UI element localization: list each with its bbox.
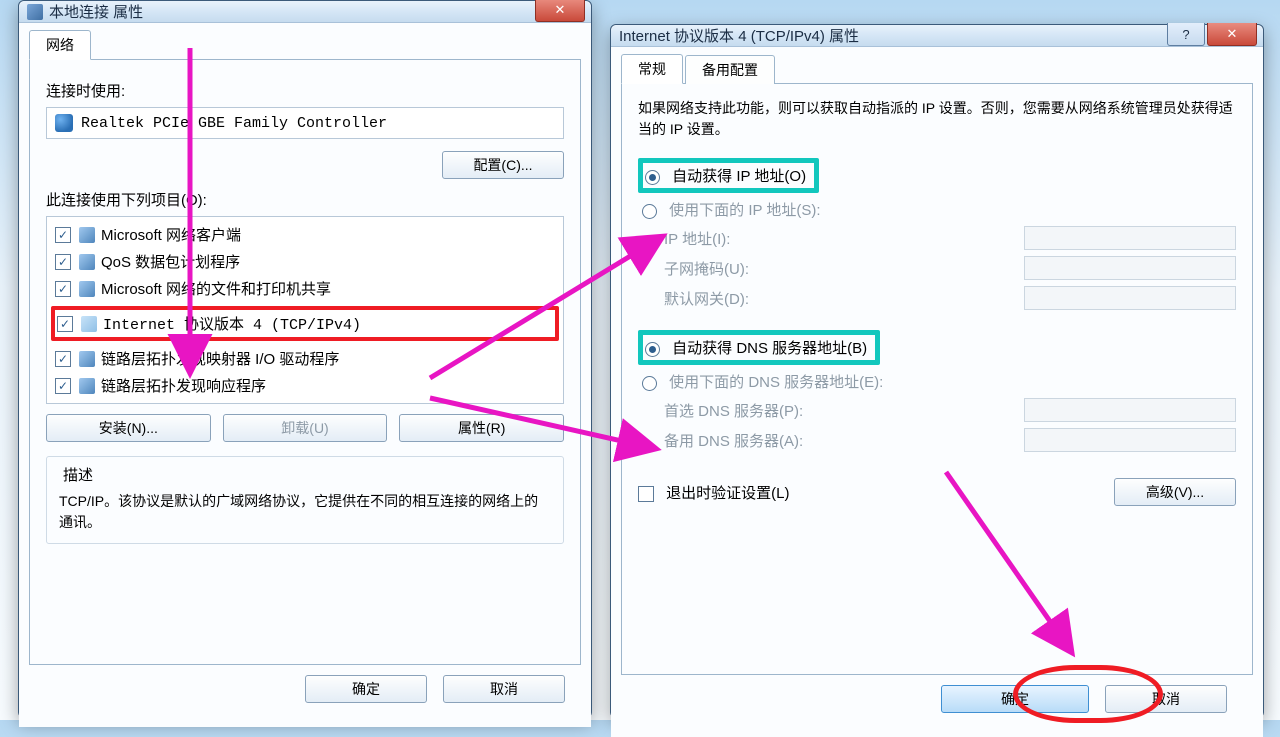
close-button[interactable]: ✕	[1207, 23, 1257, 46]
checkbox[interactable]	[55, 378, 71, 394]
share-icon	[79, 281, 95, 297]
checkbox[interactable]	[55, 281, 71, 297]
description-label: 描述	[59, 464, 97, 485]
tab-alternate[interactable]: 备用配置	[685, 55, 775, 84]
lltd-icon	[79, 378, 95, 394]
cancel-button[interactable]: 取消	[443, 675, 565, 703]
uses-items-label: 此连接使用下列项目(O):	[46, 189, 564, 210]
pref-dns-field	[1024, 398, 1236, 422]
list-item: 链路层拓扑发现响应程序	[53, 372, 557, 399]
description-text: TCP/IP。该协议是默认的广域网络协议，它提供在不同的相互连接的网络上的通讯。	[59, 491, 551, 533]
lltd-icon	[79, 351, 95, 367]
ip-address-label: IP 地址(I):	[664, 228, 1024, 249]
tabstrip: 网络	[29, 31, 581, 60]
adapter-icon	[55, 114, 73, 132]
auto-ip-label: 自动获得 IP 地址(O)	[672, 168, 806, 185]
client-icon	[79, 227, 95, 243]
close-button[interactable]: ✕	[535, 0, 585, 22]
qos-icon	[79, 254, 95, 270]
list-item: Microsoft 网络客户端	[53, 221, 557, 248]
checkbox[interactable]	[55, 254, 71, 270]
connect-using-label: 连接时使用:	[46, 80, 564, 101]
validate-label: 退出时验证设置(L)	[666, 485, 789, 502]
gateway-label: 默认网关(D):	[664, 288, 1024, 309]
configure-button[interactable]: 配置(C)...	[442, 151, 564, 179]
cancel-button[interactable]: 取消	[1105, 685, 1227, 713]
subnet-field	[1024, 256, 1236, 280]
radio-auto-ip[interactable]	[645, 170, 660, 185]
auto-ip-highlight: 自动获得 IP 地址(O)	[638, 158, 819, 193]
alt-dns-label: 备用 DNS 服务器(A):	[664, 430, 1024, 451]
ok-button[interactable]: 确定	[305, 675, 427, 703]
subnet-label: 子网掩码(U):	[664, 258, 1024, 279]
items-listbox[interactable]: Microsoft 网络客户端 QoS 数据包计划程序 Microsoft 网络…	[46, 216, 564, 404]
alt-dns-field	[1024, 428, 1236, 452]
protocol-icon	[81, 316, 97, 332]
auto-dns-label: 自动获得 DNS 服务器地址(B)	[672, 340, 867, 357]
tab-general[interactable]: 常规	[621, 54, 683, 84]
pref-dns-label: 首选 DNS 服务器(P):	[664, 400, 1024, 421]
auto-dns-highlight: 自动获得 DNS 服务器地址(B)	[638, 330, 880, 365]
validate-checkbox[interactable]	[638, 486, 654, 502]
gateway-field	[1024, 286, 1236, 310]
checkbox[interactable]	[55, 351, 71, 367]
uninstall-button: 卸载(U)	[223, 414, 388, 442]
radio-manual-ip[interactable]	[642, 204, 657, 219]
ok-button[interactable]: 确定	[941, 685, 1089, 713]
titlebar[interactable]: 本地连接 属性	[19, 1, 591, 23]
list-item: QoS 数据包计划程序	[53, 248, 557, 275]
local-connection-properties-window: 本地连接 属性 ✕ 网络 连接时使用: Realtek PCIe GBE Fam…	[18, 0, 592, 718]
list-item: 链路层拓扑发现映射器 I/O 驱动程序	[53, 345, 557, 372]
intro-text: 如果网络支持此功能，则可以获取自动指派的 IP 设置。否则，您需要从网络系统管理…	[638, 98, 1236, 140]
window-title: Internet 协议版本 4 (TCP/IPv4) 属性	[619, 25, 859, 46]
install-button[interactable]: 安装(N)...	[46, 414, 211, 442]
checkbox[interactable]	[57, 316, 73, 332]
window-title: 本地连接 属性	[49, 1, 143, 22]
tabstrip: 常规 备用配置	[621, 55, 1253, 84]
manual-ip-label: 使用下面的 IP 地址(S):	[669, 202, 820, 219]
help-button[interactable]: ?	[1167, 23, 1205, 46]
list-item-ipv4: Internet 协议版本 4 (TCP/IPv4)	[51, 306, 559, 341]
adapter-box: Realtek PCIe GBE Family Controller	[46, 107, 564, 139]
adapter-name: Realtek PCIe GBE Family Controller	[81, 115, 387, 132]
checkbox[interactable]	[55, 227, 71, 243]
radio-auto-dns[interactable]	[645, 342, 660, 357]
manual-dns-label: 使用下面的 DNS 服务器地址(E):	[669, 374, 883, 391]
list-item: Microsoft 网络的文件和打印机共享	[53, 275, 557, 302]
tab-network[interactable]: 网络	[29, 30, 91, 60]
ip-address-field	[1024, 226, 1236, 250]
properties-button[interactable]: 属性(R)	[399, 414, 564, 442]
network-icon	[27, 4, 43, 20]
advanced-button[interactable]: 高级(V)...	[1114, 478, 1236, 506]
radio-manual-dns[interactable]	[642, 376, 657, 391]
ipv4-properties-window: Internet 协议版本 4 (TCP/IPv4) 属性 ? ✕ 常规 备用配…	[610, 24, 1264, 718]
